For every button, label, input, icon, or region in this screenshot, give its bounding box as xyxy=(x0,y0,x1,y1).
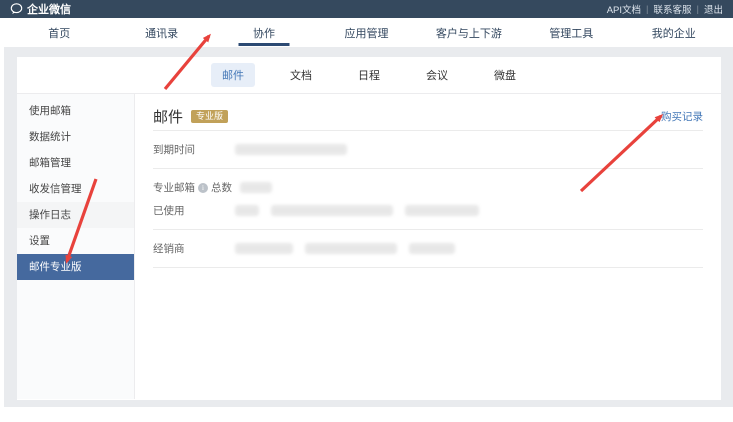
tab-mail[interactable]: 邮件 xyxy=(211,63,255,87)
redacted-blur xyxy=(405,205,479,216)
mailbox-total-value-redacted xyxy=(240,182,284,193)
sidebar-item-operation-log[interactable]: 操作日志 xyxy=(17,202,134,228)
expiry-value-redacted xyxy=(235,144,359,155)
chat-bubble-icon xyxy=(10,3,23,15)
mailbox-usage-group: 专业邮箱 总数 已使用 xyxy=(153,169,703,229)
nav-item-my-company[interactable]: 我的企业 xyxy=(623,18,725,47)
topbar: 企业微信 API文档 | 联系客服 | 退出 xyxy=(0,0,733,18)
used-label: 已使用 xyxy=(153,203,235,218)
purchase-history-link[interactable]: 购买记录 xyxy=(661,109,703,124)
nav-item-home[interactable]: 首页 xyxy=(8,18,110,47)
distributor-row: 经销商 xyxy=(153,237,703,260)
sidebar-item-mailbox-management[interactable]: 邮箱管理 xyxy=(17,150,134,176)
sidebar: 使用邮箱 数据统计 邮箱管理 收发信管理 操作日志 设置 邮件专业版 xyxy=(17,94,135,399)
nav-item-app-management[interactable]: 应用管理 xyxy=(315,18,417,47)
mailbox-total-label: 专业邮箱 总数 xyxy=(153,180,232,195)
info-icon[interactable] xyxy=(198,183,208,193)
app-logo-text: 企业微信 xyxy=(27,1,71,17)
app-logo[interactable]: 企业微信 xyxy=(10,1,71,17)
main-content: 邮件 专业版 购买记录 到期时间 专业邮箱 xyxy=(135,94,721,399)
sidebar-item-data-stats[interactable]: 数据统计 xyxy=(17,124,134,150)
mailbox-total-row: 专业邮箱 总数 xyxy=(153,176,703,199)
topbar-link-contact-support[interactable]: 联系客服 xyxy=(654,2,692,16)
main-nav: 首页 通讯录 协作 应用管理 客户与上下游 管理工具 我的企业 xyxy=(0,18,733,47)
distributor-group: 经销商 xyxy=(153,230,703,267)
content-header: 邮件 专业版 购买记录 xyxy=(153,102,703,130)
pro-mailbox-label: 专业邮箱 xyxy=(153,180,195,195)
expiry-group: 到期时间 xyxy=(153,131,703,168)
nav-item-admin-tools[interactable]: 管理工具 xyxy=(520,18,622,47)
expiry-label: 到期时间 xyxy=(153,142,235,157)
redacted-blur xyxy=(235,144,347,155)
redacted-blur xyxy=(305,243,397,254)
nav-item-collaboration[interactable]: 协作 xyxy=(213,18,315,47)
screen: 企业微信 API文档 | 联系客服 | 退出 首页 通讯录 协作 应用管理 客户… xyxy=(0,0,733,422)
pro-version-badge: 专业版 xyxy=(191,110,228,123)
divider xyxy=(153,267,703,268)
distributor-value-redacted xyxy=(235,243,467,254)
topbar-link-api-docs[interactable]: API文档 xyxy=(607,2,641,16)
sidebar-item-use-mailbox[interactable]: 使用邮箱 xyxy=(17,98,134,124)
redacted-blur xyxy=(240,182,272,193)
subtabs: 邮件 文档 日程 会议 微盘 xyxy=(17,57,721,94)
distributor-label: 经销商 xyxy=(153,241,235,256)
sidebar-item-send-receive-management[interactable]: 收发信管理 xyxy=(17,176,134,202)
expiry-row: 到期时间 xyxy=(153,138,703,161)
used-value-redacted xyxy=(235,205,491,216)
nav-item-customers-upstream-downstream[interactable]: 客户与上下游 xyxy=(418,18,520,47)
topbar-links: API文档 | 联系客服 | 退出 xyxy=(607,2,723,16)
redacted-blur xyxy=(409,243,455,254)
tab-drive[interactable]: 微盘 xyxy=(483,63,527,87)
mailbox-used-row: 已使用 xyxy=(153,199,703,222)
redacted-blur xyxy=(235,243,293,254)
card-body: 使用邮箱 数据统计 邮箱管理 收发信管理 操作日志 设置 邮件专业版 邮件 专业… xyxy=(17,94,721,399)
redacted-blur xyxy=(235,205,259,216)
sidebar-item-mail-pro[interactable]: 邮件专业版 xyxy=(17,254,134,280)
sidebar-item-settings[interactable]: 设置 xyxy=(17,228,134,254)
redacted-blur xyxy=(271,205,393,216)
nav-item-contacts[interactable]: 通讯录 xyxy=(110,18,212,47)
tab-meeting[interactable]: 会议 xyxy=(415,63,459,87)
total-label: 总数 xyxy=(211,180,232,195)
tab-docs[interactable]: 文档 xyxy=(279,63,323,87)
tab-schedule[interactable]: 日程 xyxy=(347,63,391,87)
topbar-link-logout[interactable]: 退出 xyxy=(704,2,723,16)
page-title: 邮件 xyxy=(153,106,183,127)
separator: | xyxy=(697,4,699,15)
separator: | xyxy=(646,4,648,15)
collaboration-panel: 邮件 文档 日程 会议 微盘 使用邮箱 数据统计 邮箱管理 收发信管理 操作日志… xyxy=(17,57,721,400)
